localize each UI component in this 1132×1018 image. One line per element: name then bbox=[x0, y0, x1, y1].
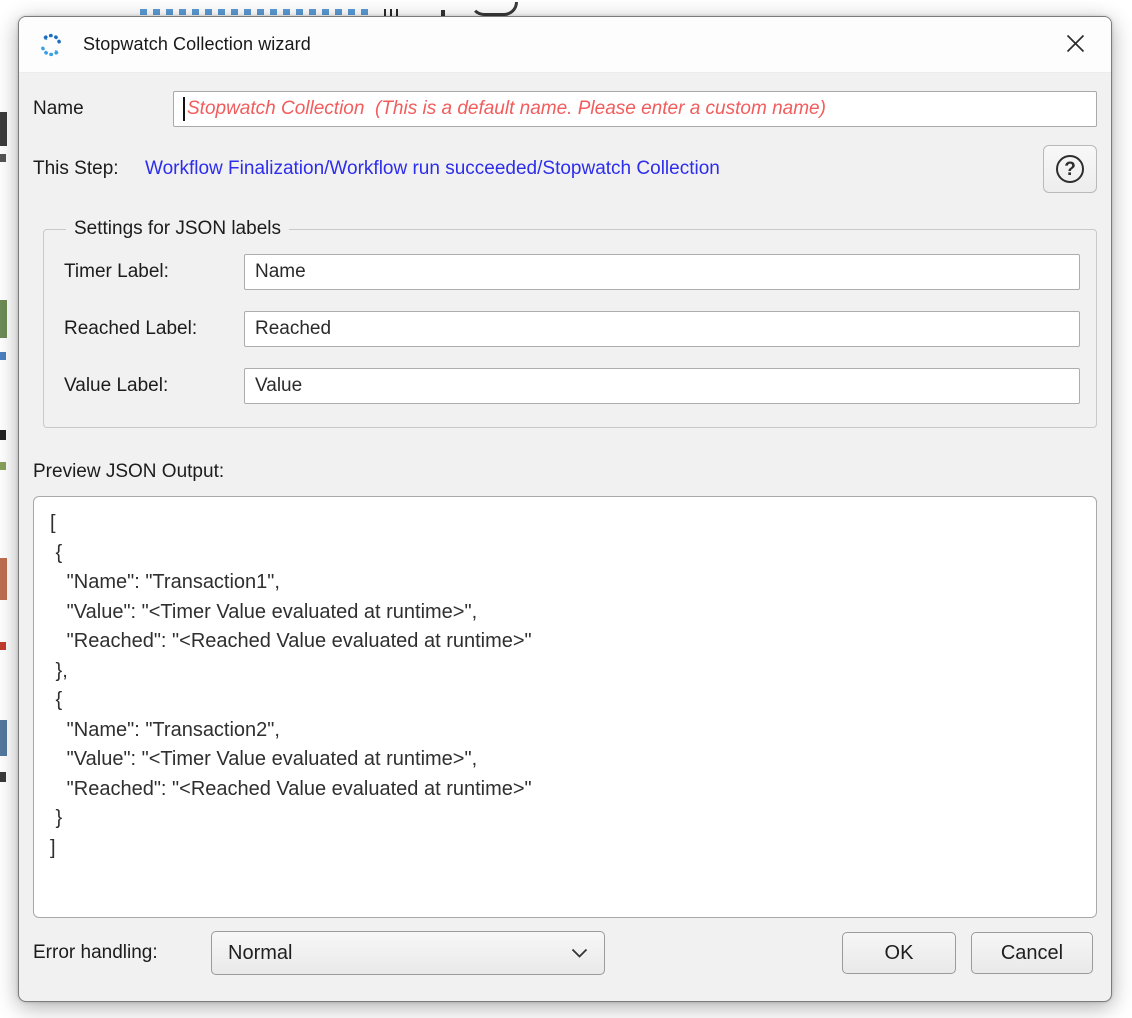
text-caret bbox=[183, 97, 185, 121]
json-preview-textarea[interactable]: [ { "Name": "Transaction1", "Value": "<T… bbox=[33, 496, 1097, 918]
background-artifact bbox=[0, 430, 6, 440]
help-button[interactable]: ? bbox=[1043, 145, 1097, 193]
reached-label-label: Reached Label: bbox=[64, 318, 244, 340]
background-artifact bbox=[0, 462, 6, 470]
background-artifact bbox=[0, 720, 7, 756]
name-input[interactable]: Stopwatch Collection (This is a default … bbox=[173, 91, 1097, 127]
timer-label-label: Timer Label: bbox=[64, 261, 244, 283]
question-mark-icon: ? bbox=[1056, 155, 1084, 183]
this-step-path-link[interactable]: Workflow Finalization/Workflow run succe… bbox=[145, 158, 720, 180]
close-icon bbox=[1066, 34, 1085, 56]
name-label: Name bbox=[33, 98, 173, 120]
error-handling-selected-value: Normal bbox=[228, 942, 292, 965]
name-row: Name Stopwatch Collection (This is a def… bbox=[33, 91, 1097, 127]
dialog-body: Name Stopwatch Collection (This is a def… bbox=[19, 73, 1111, 1001]
background-artifact-dashed-line bbox=[140, 9, 372, 15]
footer-bar: Error handling: Normal OK Cancel bbox=[33, 931, 1097, 975]
background-artifact bbox=[0, 642, 6, 650]
name-input-value: Stopwatch Collection (This is a default … bbox=[187, 98, 826, 120]
background-artifact bbox=[0, 772, 6, 782]
title-bar[interactable]: Stopwatch Collection wizard bbox=[19, 17, 1111, 73]
timer-label-row: Timer Label: bbox=[64, 254, 1080, 290]
preview-json-output-label: Preview JSON Output: bbox=[33, 461, 1097, 483]
dialog-title: Stopwatch Collection wizard bbox=[83, 34, 311, 55]
background-artifact bbox=[0, 154, 6, 162]
error-handling-select[interactable]: Normal bbox=[211, 931, 605, 975]
ok-button[interactable]: OK bbox=[842, 932, 956, 974]
stopwatch-collection-wizard-dialog: Stopwatch Collection wizard Name Stopwat… bbox=[18, 16, 1112, 1002]
reached-label-row: Reached Label: bbox=[64, 311, 1080, 347]
close-button[interactable] bbox=[1049, 23, 1101, 67]
settings-group: Settings for JSON labels Timer Label: Re… bbox=[43, 218, 1097, 428]
timer-label-input[interactable] bbox=[244, 254, 1080, 290]
value-label-label: Value Label: bbox=[64, 375, 244, 397]
cancel-button[interactable]: Cancel bbox=[971, 932, 1093, 974]
chevron-down-icon bbox=[571, 942, 588, 965]
sync-icon bbox=[37, 31, 65, 59]
background-artifact bbox=[0, 558, 7, 600]
background-artifact-curve bbox=[470, 2, 518, 16]
this-step-label: This Step: bbox=[33, 158, 145, 180]
settings-group-legend: Settings for JSON labels bbox=[66, 218, 289, 240]
reached-label-input[interactable] bbox=[244, 311, 1080, 347]
background-artifact bbox=[0, 352, 6, 360]
value-label-input[interactable] bbox=[244, 368, 1080, 404]
value-label-row: Value Label: bbox=[64, 368, 1080, 404]
this-step-row: This Step: Workflow Finalization/Workflo… bbox=[33, 144, 1097, 194]
background-artifact bbox=[0, 300, 7, 338]
error-handling-label: Error handling: bbox=[33, 942, 211, 964]
background-artifact bbox=[0, 112, 7, 146]
